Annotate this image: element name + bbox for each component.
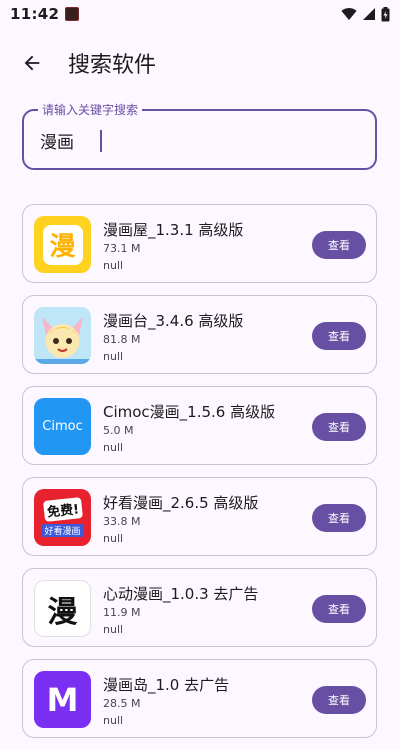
app-list: 漫 漫画屋_1.3.1 高级版 73.1 M null 查看 漫画台_3.4.6… (22, 204, 377, 750)
top-app-bar: 搜索软件 (0, 38, 400, 88)
app-size: 33.8 M (103, 515, 141, 528)
app-icon: 免费! 好看漫画 (34, 489, 91, 546)
list-item[interactable]: Cimoc Cimoc漫画_1.5.6 高级版 5.0 M null 查看 (22, 386, 377, 465)
app-name: 好看漫画_2.6.5 高级版 (103, 494, 259, 512)
mascot-icon (34, 307, 91, 364)
cellular-signal-icon (363, 8, 375, 20)
app-description: null (103, 532, 124, 545)
search-field[interactable]: 请输入关键字搜索 (22, 102, 377, 170)
status-bar: 11:42 (0, 0, 400, 28)
status-right (341, 6, 390, 22)
app-icon-glyph: 漫 (49, 232, 76, 262)
status-left: 11:42 (10, 5, 80, 23)
app-notification-icon (65, 7, 80, 21)
view-button[interactable]: 查看 (312, 686, 366, 714)
app-size: 5.0 M (103, 424, 134, 437)
app-icon: M (34, 671, 91, 728)
app-icon-subtitle: 好看漫画 (41, 523, 84, 537)
view-button[interactable]: 查看 (312, 231, 366, 259)
battery-icon (381, 6, 390, 21)
app-icon: 漫 (34, 580, 91, 637)
app-description: null (103, 623, 124, 636)
search-input[interactable] (40, 125, 350, 155)
app-icon-glyph: 免费! (42, 496, 83, 522)
list-item[interactable]: 漫 漫画屋_1.3.1 高级版 73.1 M null 查看 (22, 204, 377, 283)
app-size: 81.8 M (103, 333, 141, 346)
app-icon (34, 307, 91, 364)
app-size: 28.5 M (103, 697, 141, 710)
app-description: null (103, 350, 124, 363)
list-item[interactable]: 漫画台_3.4.6 高级版 81.8 M null 查看 (22, 295, 377, 374)
app-icon-glyph: M (46, 680, 79, 719)
app-icon: Cimoc (34, 398, 91, 455)
back-button[interactable] (8, 39, 56, 87)
app-icon: 漫 (34, 216, 91, 273)
view-button[interactable]: 查看 (312, 504, 366, 532)
app-name: 心动漫画_1.0.3 去广告 (103, 585, 259, 603)
view-button[interactable]: 查看 (312, 322, 366, 350)
app-size: 73.1 M (103, 242, 141, 255)
view-button[interactable]: 查看 (312, 595, 366, 623)
app-name: 漫画台_3.4.6 高级版 (103, 312, 244, 330)
app-description: null (103, 259, 124, 272)
status-time: 11:42 (10, 5, 60, 23)
arrow-back-icon (24, 55, 40, 71)
app-icon-glyph: Cimoc (42, 419, 83, 434)
search-label: 请输入关键字搜索 (38, 102, 143, 118)
list-item[interactable]: 漫 心动漫画_1.0.3 去广告 11.9 M null 查看 (22, 568, 377, 647)
app-description: null (103, 441, 124, 454)
page-title: 搜索软件 (68, 53, 157, 78)
app-name: 漫画屋_1.3.1 高级版 (103, 221, 244, 239)
list-item[interactable]: 免费! 好看漫画 好看漫画_2.6.5 高级版 33.8 M null 查看 (22, 477, 377, 556)
wifi-icon (341, 8, 357, 20)
app-icon-glyph: 漫 (47, 594, 78, 630)
view-button[interactable]: 查看 (312, 413, 366, 441)
list-item[interactable]: M 漫画岛_1.0 去广告 28.5 M null 查看 (22, 659, 377, 738)
app-name: 漫画岛_1.0 去广告 (103, 676, 230, 694)
app-description: null (103, 714, 124, 727)
app-name: Cimoc漫画_1.5.6 高级版 (103, 403, 276, 421)
text-cursor (100, 130, 102, 152)
app-size: 11.9 M (103, 606, 141, 619)
